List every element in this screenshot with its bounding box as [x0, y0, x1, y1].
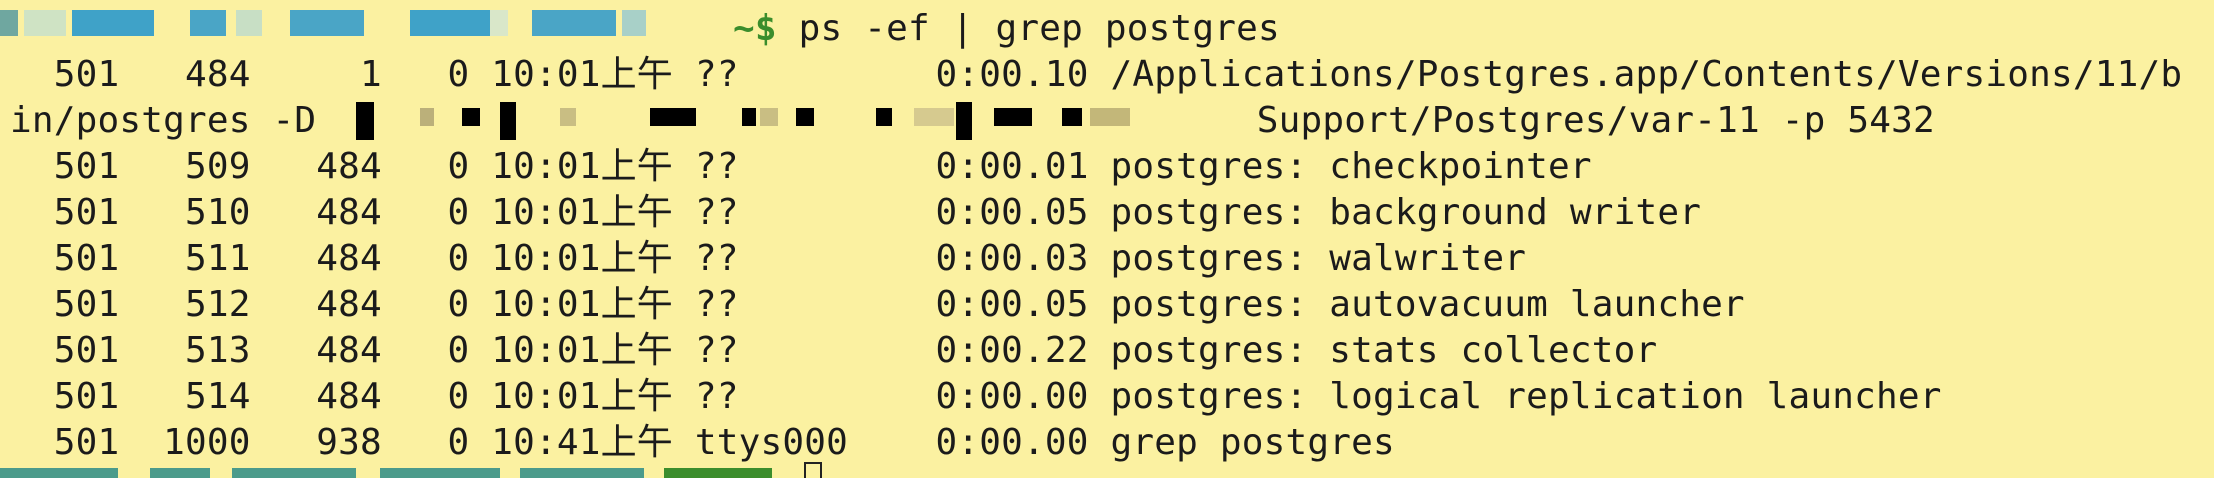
redaction-block: [796, 108, 814, 126]
redaction-block: [0, 468, 118, 478]
redaction-block: [290, 10, 364, 36]
redaction-block: [532, 10, 616, 36]
prompt-symbol: ~$: [733, 8, 777, 49]
redaction-block: [1062, 108, 1082, 126]
redacted-next-prompt: [0, 468, 780, 478]
redaction-block: [72, 10, 154, 36]
output-line: 501 1000 938 0 10:41上午 ttys000 0:00.00 g…: [10, 422, 1395, 463]
redaction-block: [420, 108, 434, 126]
command-text: ps -ef | grep postgres: [776, 8, 1280, 49]
redaction-block: [24, 10, 66, 36]
redaction-block: [356, 102, 374, 140]
output-line: 501 509 484 0 10:01上午 ?? 0:00.01 postgre…: [10, 146, 1592, 187]
output-line: in/postgres -D Support/Postgres/var-11 -…: [10, 100, 1935, 141]
redaction-block: [232, 468, 356, 478]
redaction-block: [560, 108, 576, 126]
redaction-block: [150, 468, 210, 478]
redaction-block: [914, 108, 954, 126]
redaction-block: [622, 10, 646, 36]
redaction-block: [380, 468, 500, 478]
redaction-block: [500, 102, 516, 140]
output-line: 501 513 484 0 10:01上午 ?? 0:00.22 postgre…: [10, 330, 1658, 371]
redaction-block: [190, 10, 226, 36]
redaction-block: [650, 108, 696, 126]
redacted-user-host: [0, 10, 705, 36]
prompt-line: ~$ ps -ef | grep postgres: [733, 6, 1280, 52]
redaction-block: [994, 108, 1032, 126]
output-line: 501 510 484 0 10:01上午 ?? 0:00.05 postgre…: [10, 192, 1702, 233]
output-line: 501 514 484 0 10:01上午 ?? 0:00.00 postgre…: [10, 376, 1942, 417]
redaction-block: [876, 108, 892, 126]
redaction-block: [462, 108, 480, 126]
redaction-block: [0, 10, 18, 36]
redaction-block: [520, 468, 644, 478]
redaction-block: [490, 10, 508, 36]
terminal-window[interactable]: ~$ ps -ef | grep postgres 501 484 1 0 10…: [0, 0, 2214, 478]
redaction-block: [742, 108, 756, 126]
redaction-block: [410, 10, 490, 36]
output-line: 501 484 1 0 10:01上午 ?? 0:00.10 /Applicat…: [10, 54, 2183, 95]
redaction-block: [956, 102, 972, 140]
output-line: 501 512 484 0 10:01上午 ?? 0:00.05 postgre…: [10, 284, 1745, 325]
redaction-block: [664, 468, 772, 478]
text-cursor: [804, 462, 822, 478]
redaction-block: [236, 10, 262, 36]
redaction-block: [760, 108, 778, 126]
redaction-block: [1090, 108, 1130, 126]
output-line: 501 511 484 0 10:01上午 ?? 0:00.03 postgre…: [10, 238, 1527, 279]
